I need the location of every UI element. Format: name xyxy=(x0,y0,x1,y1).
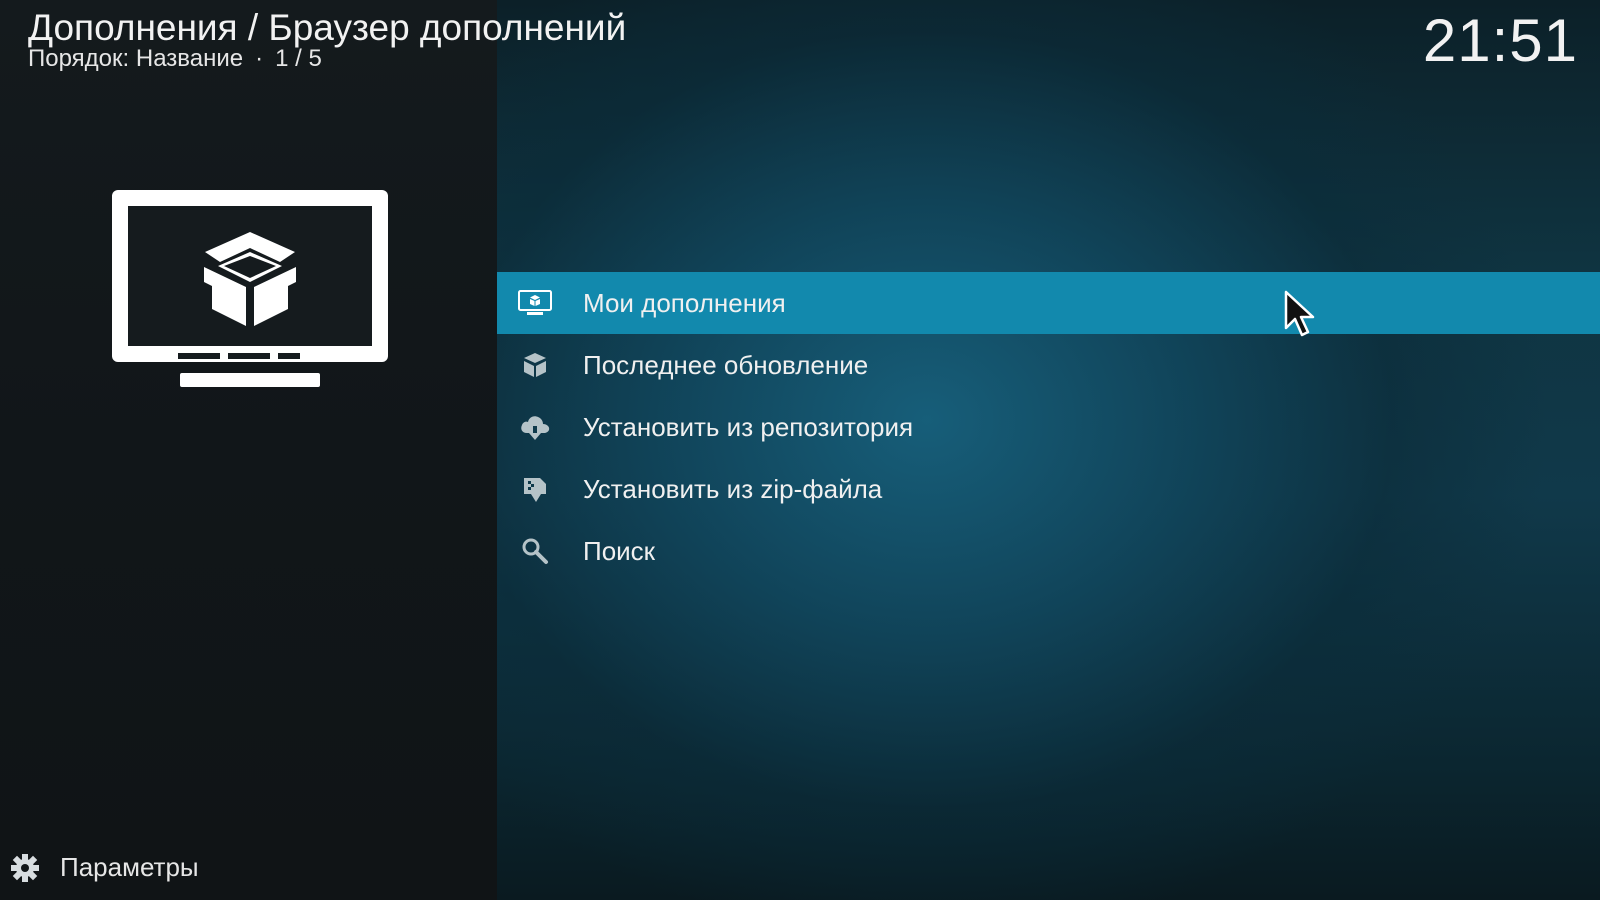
sort-separator: · xyxy=(255,45,264,72)
tv-addon-box-icon xyxy=(112,190,388,387)
search-icon xyxy=(515,531,555,571)
tv-box-icon xyxy=(515,283,555,323)
menu-item-label: Последнее обновление xyxy=(583,349,869,380)
menu-item-label: Установить из zip-файла xyxy=(583,473,883,504)
box-stack-icon xyxy=(515,345,555,385)
breadcrumb: Дополнения / Браузер дополнений xyxy=(28,7,627,48)
menu-item-recently-updated[interactable]: Последнее обновление xyxy=(497,334,1600,396)
menu-item-label: Установить из репозитория xyxy=(583,411,914,442)
cloud-download-icon xyxy=(515,407,555,447)
gear-icon xyxy=(11,853,39,882)
sort-label: Порядок: Название xyxy=(28,45,244,72)
item-position: 1 / 5 xyxy=(275,45,322,72)
menu-item-label: Поиск xyxy=(583,535,656,566)
menu-item-my-addons[interactable]: Мои дополнения xyxy=(497,272,1600,334)
menu-item-search[interactable]: Поиск xyxy=(497,520,1600,582)
mouse-cursor-icon xyxy=(1284,290,1315,337)
settings-button[interactable]: Параметры xyxy=(10,852,199,883)
zip-download-icon xyxy=(515,469,555,509)
settings-label: Параметры xyxy=(60,852,199,882)
menu-item-install-from-repo[interactable]: Установить из репозитория xyxy=(497,396,1600,458)
left-panel xyxy=(0,0,497,900)
menu-item-label: Мои дополнения xyxy=(583,287,786,318)
addon-browser-screen: Дополнения / Браузер дополнений Порядок:… xyxy=(0,0,1600,900)
header: Дополнения / Браузер дополнений Порядок:… xyxy=(28,6,626,72)
main-menu: Мои дополнения Последнее обновление Уста… xyxy=(497,272,1600,582)
menu-item-install-from-zip[interactable]: Установить из zip-файла xyxy=(497,458,1600,520)
clock: 21:51 xyxy=(1422,7,1578,74)
